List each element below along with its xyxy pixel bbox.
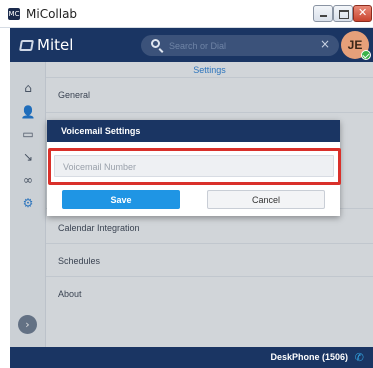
logo-text: Mitel <box>37 36 74 54</box>
app-header: Mitel × JE <box>10 28 373 62</box>
presence-available-icon <box>361 50 371 60</box>
deskphone-status[interactable]: DeskPhone (1506) <box>270 352 348 362</box>
close-window-button[interactable] <box>353 5 372 22</box>
mitel-logo: Mitel <box>19 36 74 54</box>
search-bar[interactable]: × <box>141 35 339 56</box>
cancel-button[interactable]: Cancel <box>207 190 325 209</box>
window-title: MiCollab <box>26 7 78 21</box>
maximize-button[interactable] <box>333 5 353 22</box>
app-window: MC MiCollab Mitel × JE ⌂ 👤 ▭ ↘ ∞ ⚙ › Set… <box>0 0 373 368</box>
phone-icon[interactable]: ✆ <box>355 351 364 364</box>
minimize-button[interactable] <box>313 5 333 22</box>
search-icon <box>151 39 160 48</box>
avatar[interactable]: JE <box>341 31 371 60</box>
search-input[interactable] <box>169 38 309 53</box>
clear-search-icon[interactable]: × <box>320 37 330 51</box>
dialog-header: Voicemail Settings <box>47 120 340 142</box>
dialog-title: Voicemail Settings <box>61 126 141 136</box>
avatar-initials: JE <box>347 38 363 52</box>
title-bar: MC MiCollab <box>0 0 373 28</box>
mitel-logo-mark <box>19 40 34 51</box>
save-button[interactable]: Save <box>62 190 180 209</box>
app-icon: MC <box>8 8 20 20</box>
status-bar: DeskPhone (1506) ✆ <box>10 347 373 368</box>
highlight-box <box>48 148 341 185</box>
